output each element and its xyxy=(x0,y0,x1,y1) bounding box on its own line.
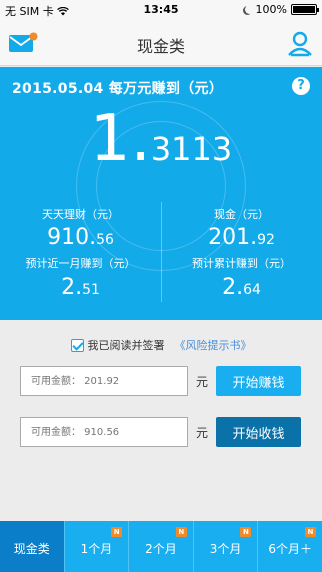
daily-finance-column: 天天理财（元） 910.56 预计近一月赚到（元） 2.51 xyxy=(0,67,161,320)
earn-amount-input[interactable] xyxy=(20,366,188,396)
agreement-checkbox[interactable] xyxy=(70,338,84,352)
cash-label: 现金（元） xyxy=(214,208,269,221)
collect-row: 元 开始收钱 xyxy=(20,417,305,447)
monthly-estimate-int: 2. xyxy=(61,275,83,300)
user-icon[interactable] xyxy=(286,30,314,58)
tab-label: 1个月 xyxy=(80,542,113,556)
agreement-text: 我已阅读并签署 xyxy=(87,339,165,352)
daily-finance-dec: 56 xyxy=(96,232,114,248)
tab-3-months[interactable]: N 3个月 xyxy=(192,521,258,572)
earn-unit: 元 xyxy=(195,374,208,389)
new-badge: N xyxy=(304,527,316,537)
term-tab-bar: 现金类 N 1个月 N 2个月 N 3个月 N 6个月＋ xyxy=(0,521,322,572)
new-badge: N xyxy=(240,527,252,537)
tab-label: 2个月 xyxy=(145,542,177,556)
tab-2-months[interactable]: N 2个月 xyxy=(128,521,193,572)
start-collecting-button[interactable]: 开始收钱 xyxy=(216,417,301,447)
agreement-row: 我已阅读并签署 《风险提示书》 xyxy=(0,337,322,353)
tab-cash[interactable]: 现金类 xyxy=(0,521,64,572)
cumulative-estimate-dec: 64 xyxy=(243,282,261,298)
monthly-estimate-label: 预计近一月赚到（元） xyxy=(25,257,136,270)
cumulative-estimate-int: 2. xyxy=(222,275,244,300)
daily-finance-value: 910.56 xyxy=(0,227,161,249)
daily-finance-label: 天天理财（元） xyxy=(42,208,119,221)
page-title: 现金类 xyxy=(136,37,185,56)
new-badge: N xyxy=(175,527,187,537)
new-badge: N xyxy=(111,527,123,537)
tab-6-months-plus[interactable]: N 6个月＋ xyxy=(257,521,322,572)
monthly-estimate-dec: 51 xyxy=(82,282,100,298)
monthly-estimate-value: 2.51 xyxy=(0,277,161,299)
tab-1-month[interactable]: N 1个月 xyxy=(63,521,129,572)
battery-percent: 100% xyxy=(255,3,287,16)
tab-label: 3个月 xyxy=(209,542,242,556)
cash-value: 201.92 xyxy=(161,227,322,249)
cumulative-estimate-value: 2.64 xyxy=(161,277,322,299)
nav-bar: 现金类 xyxy=(0,20,322,66)
battery-icon xyxy=(291,4,319,15)
cash-column: 现金（元） 201.92 预计累计赚到（元） 2.64 xyxy=(161,67,322,320)
cumulative-estimate-label: 预计累计赚到（元） xyxy=(192,257,291,270)
cash-int: 201. xyxy=(208,225,258,250)
tab-label: 6个月＋ xyxy=(268,542,312,556)
daily-finance-int: 910. xyxy=(47,225,97,250)
tab-label: 现金类 xyxy=(13,542,50,556)
cash-dec: 92 xyxy=(257,232,275,248)
status-right: 100% xyxy=(243,3,319,16)
moon-icon xyxy=(245,5,254,14)
earnings-panel: 2015.05.04 每万元赚到（元） ? 1.3113 天天理财（元） 910… xyxy=(0,67,322,320)
risk-notice-link[interactable]: 《风险提示书》 xyxy=(175,337,252,353)
start-earning-button[interactable]: 开始赚钱 xyxy=(216,366,301,396)
status-bar: 无 SIM 卡 13:45 100% xyxy=(0,0,322,20)
earn-row: 元 开始赚钱 xyxy=(20,366,305,396)
collect-amount-input[interactable] xyxy=(20,417,188,447)
collect-unit: 元 xyxy=(195,425,208,440)
